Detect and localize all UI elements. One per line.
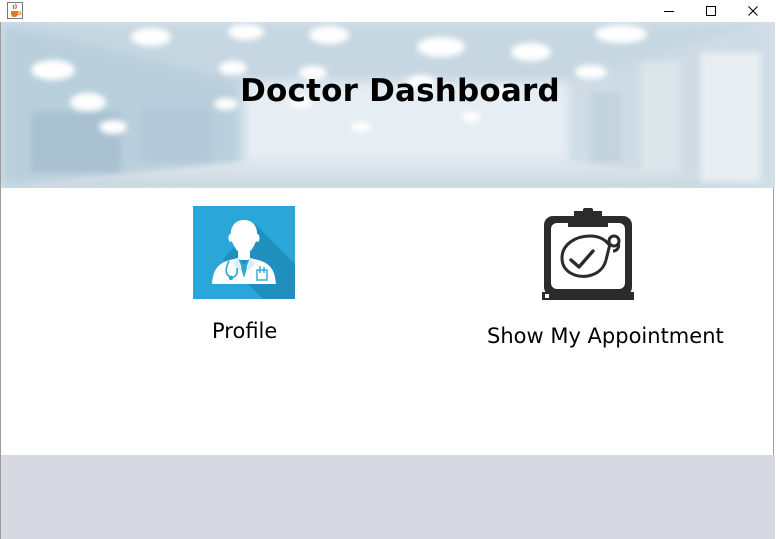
footer-panel xyxy=(1,455,775,539)
profile-button[interactable] xyxy=(193,206,295,299)
java-cup-icon xyxy=(7,2,23,19)
close-button[interactable] xyxy=(732,0,774,22)
doctor-avatar-icon xyxy=(193,206,295,299)
page-title: Doctor Dashboard xyxy=(240,73,560,109)
show-appointment-button[interactable] xyxy=(540,206,636,301)
minimize-icon xyxy=(664,11,674,12)
clipboard-stethoscope-icon xyxy=(542,208,634,300)
profile-label[interactable]: Profile xyxy=(212,319,277,343)
title-bar xyxy=(0,0,776,22)
header-banner: Doctor Dashboard xyxy=(1,22,775,188)
close-icon xyxy=(748,6,758,16)
minimize-button[interactable] xyxy=(648,0,690,22)
show-appointment-label[interactable]: Show My Appointment xyxy=(487,324,724,348)
maximize-icon xyxy=(706,6,716,16)
maximize-button[interactable] xyxy=(690,0,732,22)
